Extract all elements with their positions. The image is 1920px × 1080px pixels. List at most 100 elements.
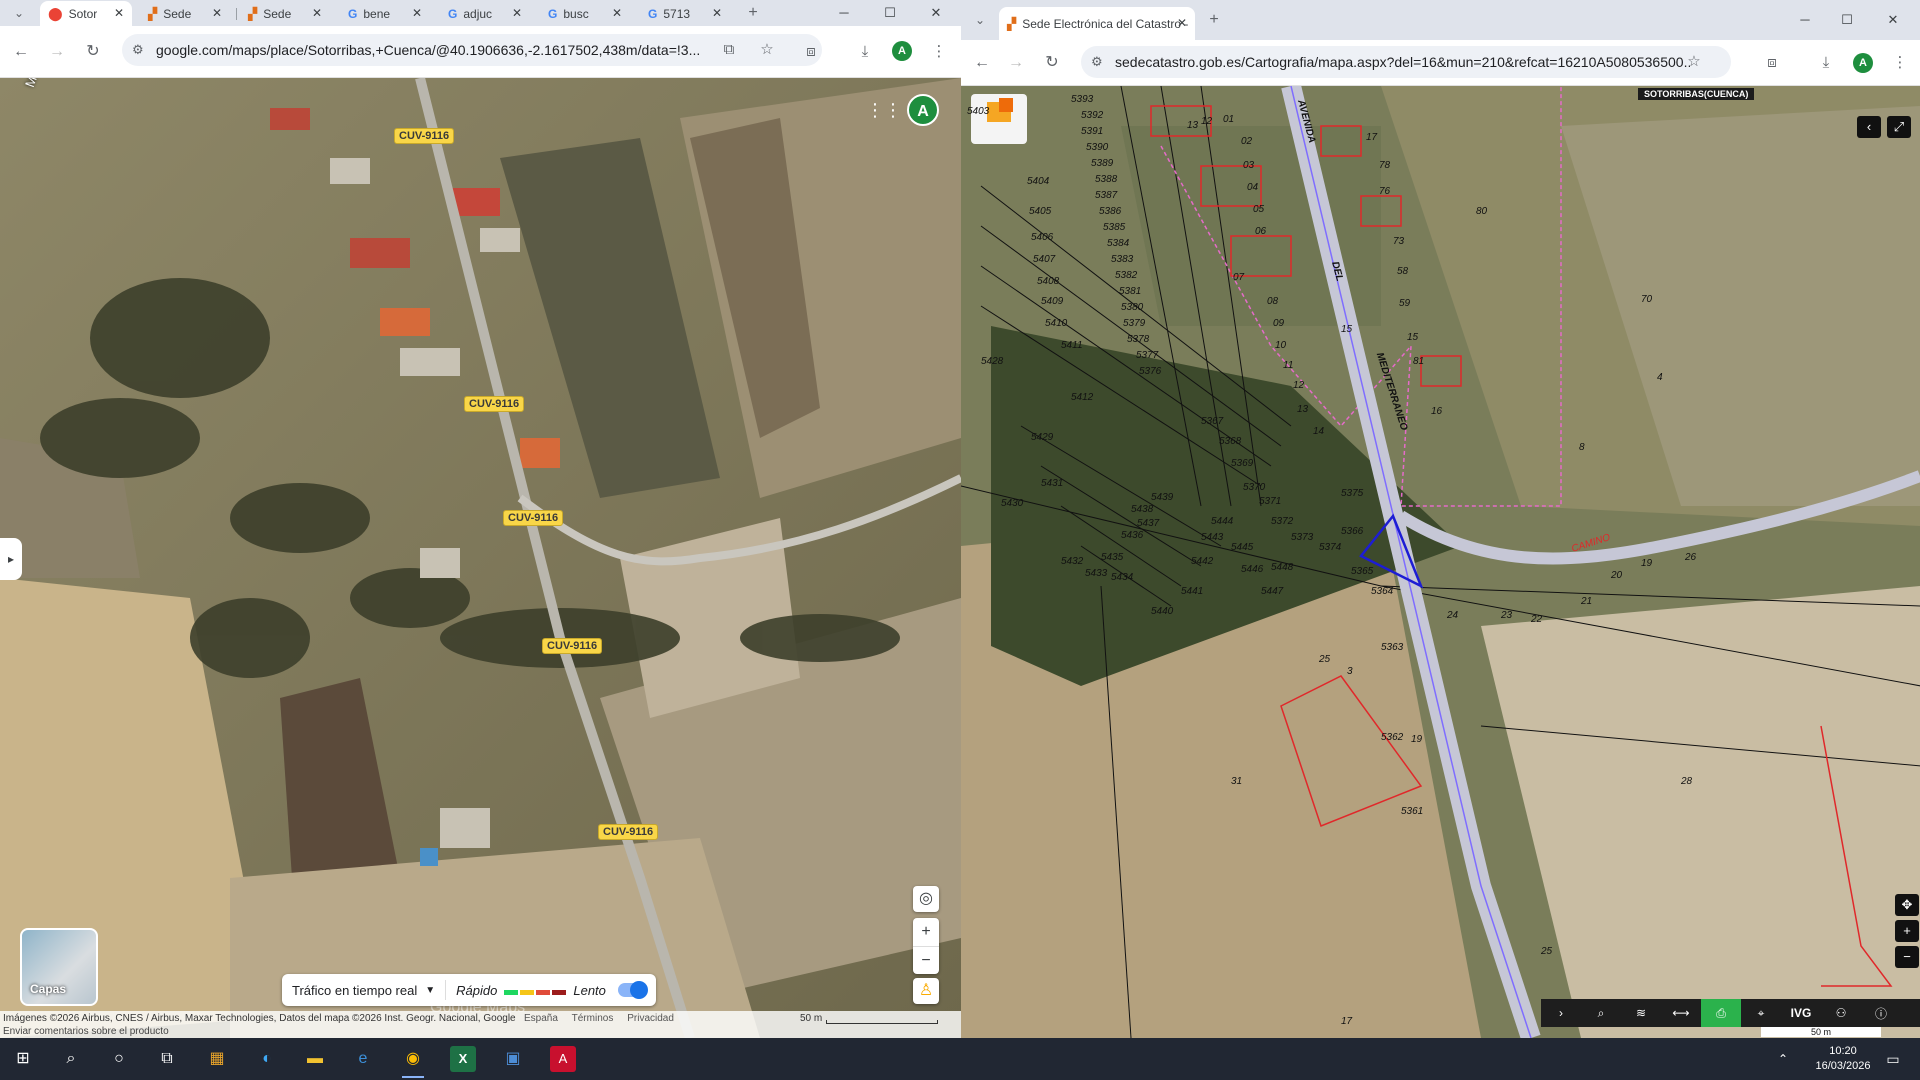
site-info-icon[interactable]: ⚙ bbox=[132, 42, 144, 58]
excel-icon[interactable]: X bbox=[450, 1046, 476, 1072]
close-icon[interactable]: ✕ bbox=[312, 6, 322, 20]
traffic-toggle[interactable] bbox=[617, 981, 648, 999]
locate-icon[interactable]: ⌖ bbox=[1741, 1006, 1781, 1021]
maximize-icon[interactable]: ☐ bbox=[1829, 9, 1865, 31]
chevron-left-icon[interactable]: ‹ bbox=[1857, 116, 1881, 138]
internet-explorer-icon[interactable]: e bbox=[350, 1046, 376, 1072]
reload-icon[interactable]: ↻ bbox=[1041, 52, 1063, 74]
tab-busc[interactable]: G busc ✕ bbox=[540, 1, 630, 26]
zoom-in-button[interactable]: + bbox=[1895, 920, 1919, 942]
tab-search-icon[interactable]: ⌄ bbox=[969, 9, 991, 31]
expand-side-panel-button[interactable]: ▸ bbox=[0, 538, 22, 580]
maximize-icon[interactable]: ☐ bbox=[872, 2, 908, 24]
parcel-number: 5385 bbox=[1103, 222, 1126, 233]
site-info-icon[interactable]: ⚙ bbox=[1091, 54, 1103, 70]
close-icon[interactable]: ✕ bbox=[212, 6, 222, 20]
parcel-number: 01 bbox=[1223, 114, 1235, 125]
footer-link-espana[interactable]: España bbox=[524, 1013, 558, 1024]
tab-search-icon[interactable]: ⌄ bbox=[8, 2, 30, 24]
task-view-icon[interactable]: ⧉ bbox=[154, 1046, 180, 1072]
close-icon[interactable]: ✕ bbox=[412, 6, 422, 20]
share-icon[interactable]: ⚇ bbox=[1821, 1006, 1861, 1020]
close-icon[interactable]: ✕ bbox=[1177, 16, 1187, 30]
tab-5713[interactable]: G 5713 ✕ bbox=[640, 1, 730, 26]
minimize-icon[interactable]: ─ bbox=[1787, 9, 1823, 31]
new-tab-plus-icon[interactable]: + bbox=[742, 2, 764, 24]
footer-link-privacidad[interactable]: Privacidad bbox=[627, 1013, 674, 1024]
tab-bene[interactable]: G bene ✕ bbox=[340, 1, 430, 26]
close-icon[interactable]: ✕ bbox=[512, 6, 522, 20]
system-clock[interactable]: 10:20 16/03/2026 bbox=[1808, 1044, 1878, 1074]
download-icon[interactable]: ⤓ bbox=[1815, 52, 1837, 74]
extensions-puzzle-icon[interactable]: ⧈ bbox=[800, 41, 822, 63]
expand-toolbar-icon[interactable]: › bbox=[1541, 1006, 1581, 1020]
close-icon[interactable]: ✕ bbox=[114, 6, 124, 20]
catastro-map-canvas[interactable]: SOTORRIBAS(CUENCA) ‹ ⤢ AVENIDA DEL MEDIT… bbox=[961, 86, 1920, 1038]
fullscreen-icon[interactable]: ⤢ bbox=[1887, 116, 1911, 138]
tab-sotorribas-maps[interactable]: ⬤ Sotor ✕ bbox=[40, 1, 132, 26]
zoom-out-button[interactable]: − bbox=[1895, 946, 1919, 968]
download-icon[interactable]: ⤓ bbox=[854, 41, 876, 63]
chrome-icon[interactable]: ◉ bbox=[400, 1046, 426, 1078]
footer-link-terminos[interactable]: Términos bbox=[572, 1013, 614, 1024]
tab-sede-2[interactable]: ▞ Sede ✕ bbox=[240, 1, 330, 26]
new-tab-plus-icon[interactable]: + bbox=[1203, 9, 1225, 31]
profile-avatar[interactable]: A bbox=[892, 41, 912, 61]
tab-adjuc[interactable]: G adjuc ✕ bbox=[440, 1, 530, 26]
tab-sede-catastro[interactable]: ▞ Sede Electrónica del Catastro - ✕ bbox=[999, 7, 1195, 40]
tab-separator bbox=[236, 8, 237, 20]
install-app-icon[interactable]: ⧉ bbox=[718, 39, 740, 61]
edge-icon[interactable]: ◐ bbox=[254, 1046, 280, 1072]
pegman-street-view-icon[interactable]: ♙ bbox=[913, 978, 939, 1004]
address-bar[interactable]: ⚙ google.com/maps/place/Sotorribas,+Cuen… bbox=[122, 34, 822, 66]
google-map-canvas[interactable]: Google Maps Moral CUV-9116 CUV-9116 CUV-… bbox=[0, 78, 961, 1038]
photos-icon[interactable]: ▣ bbox=[500, 1046, 526, 1072]
acrobat-icon[interactable]: A bbox=[550, 1046, 576, 1072]
bookmark-star-icon[interactable]: ☆ bbox=[1683, 51, 1705, 73]
parcel-number: 5408 bbox=[1037, 276, 1060, 287]
window-close-icon[interactable]: ✕ bbox=[1875, 9, 1911, 31]
feedback-link[interactable]: Enviar comentarios sobre el producto bbox=[3, 1026, 169, 1037]
reload-icon[interactable]: ↻ bbox=[82, 41, 104, 63]
calendar-app-icon[interactable]: ▦ bbox=[204, 1046, 230, 1072]
close-icon[interactable]: ✕ bbox=[612, 6, 622, 20]
menu-dots-icon[interactable]: ⋮ bbox=[1889, 52, 1911, 74]
tab-sede-1[interactable]: ▞ Sede ✕ bbox=[140, 1, 230, 26]
bookmark-star-icon[interactable]: ☆ bbox=[756, 39, 778, 61]
compass-icon[interactable]: ✥ bbox=[1895, 894, 1919, 916]
parcel-number: 5446 bbox=[1241, 564, 1264, 575]
extensions-puzzle-icon[interactable]: ⧈ bbox=[1761, 52, 1783, 74]
search-icon[interactable]: ⌕ bbox=[1581, 1006, 1621, 1021]
layers-icon[interactable]: ≋ bbox=[1621, 1006, 1661, 1020]
zoom-in-button[interactable]: + bbox=[913, 918, 939, 946]
close-icon[interactable]: ✕ bbox=[712, 6, 722, 20]
zoom-out-button[interactable]: − bbox=[913, 946, 939, 974]
notification-icon[interactable]: ▭ bbox=[1880, 1046, 1906, 1072]
chevron-up-icon[interactable]: ⌃ bbox=[1770, 1046, 1796, 1072]
menu-dots-icon[interactable]: ⋮ bbox=[928, 41, 950, 63]
forward-arrow-icon[interactable]: → bbox=[1005, 52, 1027, 74]
file-explorer-icon[interactable]: ▬ bbox=[302, 1046, 328, 1072]
address-bar[interactable]: ⚙ sedecatastro.gob.es/Cartografia/mapa.a… bbox=[1081, 46, 1731, 78]
measure-icon[interactable]: ⟷ bbox=[1661, 1006, 1701, 1020]
parcel-number: 76 bbox=[1379, 186, 1391, 197]
chevron-down-icon[interactable]: ▼ bbox=[425, 985, 435, 996]
ivg-button[interactable]: IVG bbox=[1781, 1006, 1821, 1020]
info-icon[interactable]: ⓘ bbox=[1861, 1005, 1901, 1022]
window-close-icon[interactable]: ✕ bbox=[918, 2, 954, 24]
back-arrow-icon[interactable]: ← bbox=[971, 52, 993, 74]
right-browser-window: ⌄ ▞ Sede Electrónica del Catastro - ✕ + … bbox=[961, 0, 1920, 1038]
my-location-icon[interactable]: ◎ bbox=[913, 886, 939, 912]
google-account-avatar[interactable]: A bbox=[907, 94, 939, 126]
layers-button[interactable]: Capas bbox=[20, 928, 98, 1006]
back-arrow-icon[interactable]: ← bbox=[10, 41, 32, 63]
cortana-icon[interactable]: ○ bbox=[106, 1046, 132, 1072]
print-icon[interactable]: ⎙ bbox=[1701, 999, 1741, 1027]
minimize-icon[interactable]: ─ bbox=[826, 2, 862, 24]
traffic-dropdown[interactable]: Tráfico en tiempo real bbox=[292, 983, 417, 998]
parcel-number: 17 bbox=[1366, 132, 1378, 143]
search-icon[interactable]: ⌕ bbox=[58, 1046, 84, 1072]
windows-start-icon[interactable]: ⊞ bbox=[10, 1046, 36, 1072]
forward-arrow-icon[interactable]: → bbox=[46, 41, 68, 63]
profile-avatar[interactable]: A bbox=[1853, 53, 1873, 73]
